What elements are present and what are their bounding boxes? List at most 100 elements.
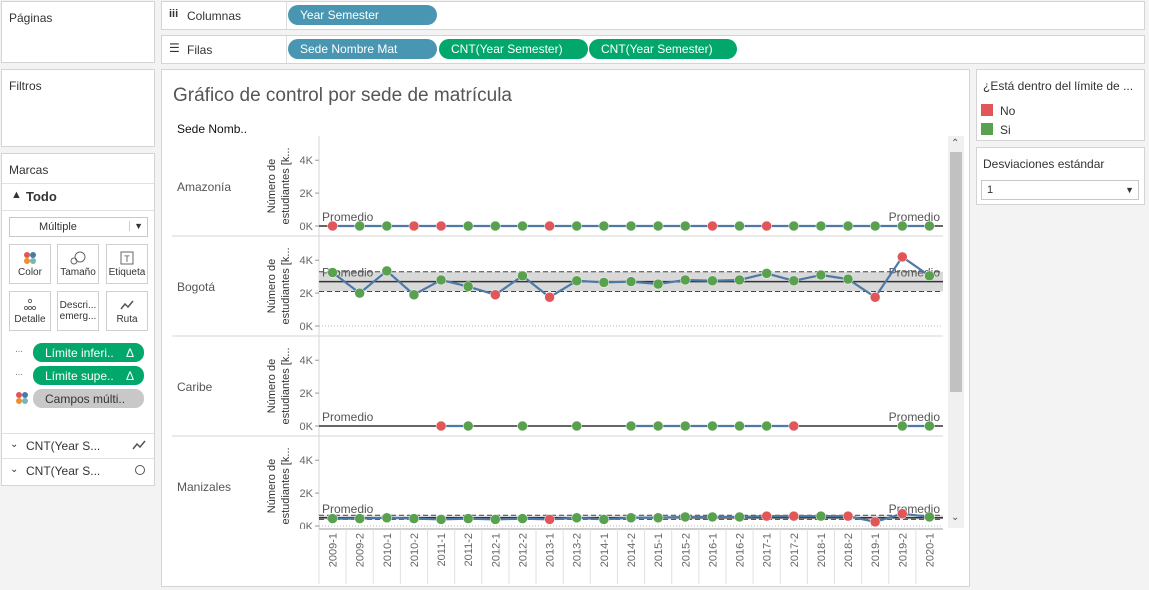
param-title: Desviaciones estándar — [983, 157, 1105, 171]
y-tick-label: 0K — [300, 421, 314, 433]
detail-icon — [10, 298, 50, 312]
row-header: Sede Nomb.. — [177, 122, 248, 136]
no-swatch — [981, 104, 993, 116]
data-point — [842, 220, 854, 232]
delta-icon: Δ — [125, 369, 134, 383]
color-button[interactable]: Color — [9, 244, 51, 284]
scroll-down-icon[interactable]: ⌄ — [951, 512, 959, 523]
cnt-pill-1[interactable]: CNT(Year Semester) — [439, 39, 588, 59]
sub-card-circle[interactable]: ⌄ CNT(Year S... — [2, 458, 154, 484]
data-point — [598, 277, 610, 288]
columns-shelf[interactable]: iii Columnas Year Semester — [161, 1, 1145, 30]
param-dropdown[interactable]: 1 ▼ — [981, 180, 1139, 200]
mark-type-dropdown[interactable]: Múltiple ▼ — [9, 217, 148, 237]
data-point — [680, 274, 691, 286]
y-tick-label: 4K — [300, 455, 314, 467]
x-tick-label: 2018-2 — [843, 533, 855, 567]
shelf-divider — [286, 2, 287, 29]
data-point — [815, 220, 827, 232]
multiple-fields-pill[interactable]: Campos múlti.. — [33, 389, 144, 408]
data-point — [517, 220, 528, 232]
legend-item-no[interactable]: No — [981, 103, 1141, 119]
data-point — [327, 267, 338, 278]
marks-all-header[interactable]: ▲ Todo — [2, 183, 154, 211]
data-point — [381, 512, 393, 524]
x-tick-label: 2016-2 — [735, 533, 747, 567]
x-tick-label: 2014-1 — [599, 533, 611, 567]
x-tick-label: 2019-1 — [870, 533, 882, 567]
data-point — [734, 274, 745, 286]
data-point — [788, 510, 800, 522]
data-point — [734, 511, 745, 523]
size-button[interactable]: Tamaño — [57, 244, 99, 284]
data-point — [897, 508, 908, 519]
y-axis-title: estudiantes [k... — [280, 147, 292, 224]
data-point — [707, 220, 718, 232]
multiple-fields-label: Campos múlti.. — [45, 392, 126, 406]
x-tick-label: 2009-2 — [355, 533, 367, 567]
path-button[interactable]: Ruta — [106, 291, 148, 331]
y-tick-label: 4K — [300, 255, 314, 267]
label-button[interactable]: T Etiqueta — [106, 244, 148, 284]
lower-limit-pill[interactable]: Límite inferi.. Δ — [33, 343, 144, 362]
path-icon — [107, 298, 147, 312]
data-point — [869, 291, 881, 303]
x-tick-label: 2012-1 — [490, 533, 502, 567]
data-point — [707, 420, 718, 432]
scroll-up-icon[interactable]: ⌃ — [951, 138, 959, 149]
x-tick-label: 2009-1 — [328, 533, 340, 567]
label-icon: T — [107, 251, 147, 265]
collapse-arrow-icon[interactable]: ▲ — [11, 189, 22, 201]
data-point — [761, 220, 772, 232]
x-tick-label: 2014-2 — [626, 533, 638, 567]
y-axis-title: Número de — [266, 359, 278, 413]
color-field-icon — [15, 391, 29, 408]
si-swatch — [981, 123, 993, 135]
data-point — [625, 512, 637, 524]
panel-label-3: Manizales — [177, 480, 231, 494]
legend-item-si[interactable]: Si — [981, 122, 1141, 138]
sub-card-line[interactable]: ⌄ CNT(Year S... — [2, 433, 154, 457]
data-point — [517, 420, 528, 432]
data-point — [408, 513, 420, 524]
x-tick-label: 2017-2 — [789, 533, 801, 567]
param-card: Desviaciones estándar 1 ▼ — [976, 147, 1145, 205]
sede-pill[interactable]: Sede Nombre Mat — [288, 39, 437, 59]
y-tick-label: 2K — [300, 488, 314, 500]
tooltip-button[interactable]: Descri... emerg... — [57, 291, 99, 331]
detail-field-icon: ᐧᐧᐧ — [15, 370, 23, 381]
rows-icon: ☰ — [169, 41, 180, 55]
data-point — [761, 420, 772, 432]
vertical-scrollbar[interactable]: ⌃ ⌄ — [948, 136, 964, 528]
year-semester-pill[interactable]: Year Semester — [288, 5, 437, 25]
data-point — [571, 420, 582, 432]
y-axis-title: estudiantes [k... — [280, 247, 292, 324]
data-point — [707, 275, 718, 287]
upper-limit-label: Límite supe.. — [45, 369, 114, 383]
rows-shelf[interactable]: ☰ Filas Sede Nombre Mat CNT(Year Semeste… — [161, 35, 1145, 64]
data-point — [408, 220, 420, 232]
average-label-left: Promedio — [322, 502, 374, 516]
y-tick-label: 4K — [300, 355, 314, 367]
sub-card-line-label: CNT(Year S... — [26, 439, 101, 453]
scroll-thumb[interactable] — [950, 152, 962, 392]
color-label: Color — [18, 267, 42, 278]
detail-button[interactable]: Detalle — [9, 291, 51, 331]
line-mark-icon — [132, 439, 146, 454]
data-point — [571, 275, 582, 287]
y-tick-label: 4K — [300, 155, 314, 167]
pages-title: Páginas — [9, 11, 53, 25]
lower-limit-label: Límite inferi.. — [45, 346, 114, 360]
panels-group: Amazonía Número de estudiantes [k... 4K2K0K… — [172, 136, 943, 529]
x-tick-label: 2015-1 — [653, 533, 665, 567]
chart-card: Gráfico de control por sede de matrícula… — [161, 69, 970, 587]
data-point — [788, 420, 800, 432]
marks-title: Marcas — [9, 163, 49, 177]
upper-limit-pill[interactable]: Límite supe.. Δ — [33, 366, 144, 385]
x-tick-label: 2012-2 — [517, 533, 529, 567]
cnt-pill-2[interactable]: CNT(Year Semester) — [589, 39, 737, 59]
x-tick-label: 2011-1 — [436, 533, 448, 566]
y-axis-title: Número de — [266, 259, 278, 313]
data-point — [788, 220, 800, 232]
columns-label: Columnas — [187, 9, 242, 23]
